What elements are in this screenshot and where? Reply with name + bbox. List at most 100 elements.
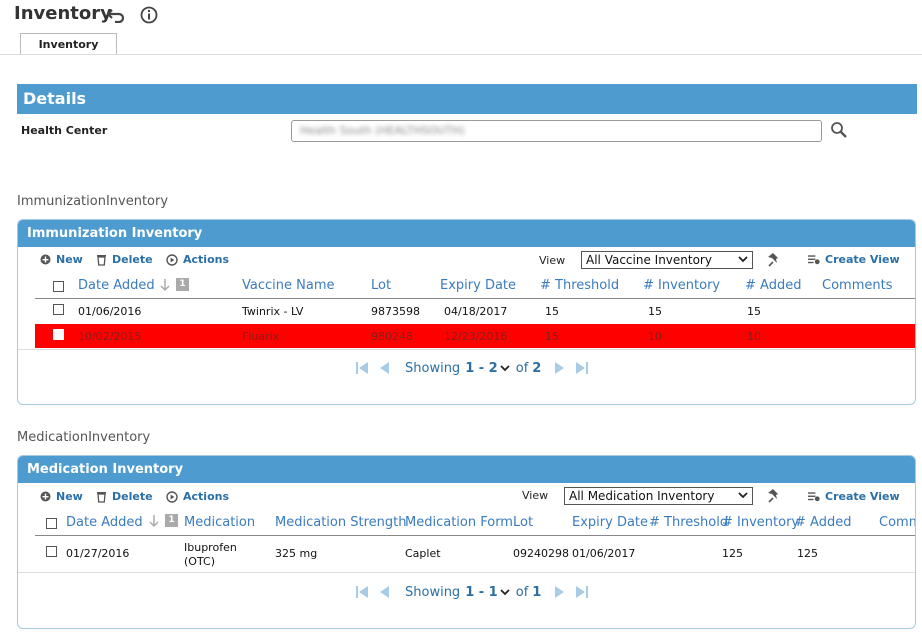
list-add-icon: [808, 254, 820, 266]
pager-total: 2: [532, 360, 542, 376]
col-threshold[interactable]: # Threshold: [649, 515, 728, 530]
col-comments[interactable]: Comments: [822, 278, 892, 293]
pin-icon[interactable]: [767, 252, 783, 268]
view-label: View: [539, 254, 566, 267]
col-lot[interactable]: Lot: [513, 515, 533, 530]
cell-lot: 980248: [371, 330, 413, 343]
pager-total: 1: [532, 584, 542, 600]
undo-arrow-icon[interactable]: [106, 5, 126, 25]
cell-expiry: 01/06/2017: [572, 547, 636, 560]
create-view-button[interactable]: Create View: [808, 490, 900, 503]
medication-section-label: MedicationInventory: [17, 430, 151, 445]
tab-inventory[interactable]: Inventory: [20, 33, 117, 55]
sort-order-badge: 1: [165, 514, 178, 527]
cell-vaccine-name: Fluarix: [242, 330, 280, 343]
plus-circle-icon: [39, 254, 51, 266]
first-page-icon[interactable]: [353, 583, 371, 601]
select-all-checkbox[interactable]: [46, 518, 57, 529]
health-center-label: Health Center: [21, 124, 108, 137]
delete-button-label: Delete: [112, 490, 153, 503]
cell-expiry: 04/18/2017: [444, 305, 508, 318]
pagination: Showing 1 - 2 of 2: [353, 359, 591, 377]
page-dropdown-chevron-icon[interactable]: [498, 359, 512, 377]
list-add-icon: [808, 491, 820, 503]
view-select-value: All Medication Inventory: [569, 489, 715, 503]
cell-medication-line1: Ibuprofen: [184, 541, 237, 554]
col-medication-form[interactable]: Medication Form: [405, 515, 513, 530]
col-inventory[interactable]: # Inventory: [722, 515, 799, 530]
new-button[interactable]: New: [39, 253, 83, 266]
cell-added: 10: [747, 330, 761, 343]
delete-button[interactable]: Delete: [95, 253, 153, 266]
col-comments[interactable]: Comments: [879, 515, 915, 530]
cell-vaccine-name: Twinrix - LV: [242, 305, 304, 318]
col-lot[interactable]: Lot: [371, 278, 391, 293]
cell-inventory: 10: [648, 330, 662, 343]
plus-circle-icon: [39, 491, 51, 503]
delete-button-label: Delete: [112, 253, 153, 266]
view-select[interactable]: All Vaccine Inventory: [581, 251, 753, 269]
cell-inventory: 15: [648, 305, 662, 318]
cell-added: 15: [747, 305, 761, 318]
col-added[interactable]: # Added: [745, 278, 801, 293]
col-medication-strength[interactable]: Medication Strength: [275, 515, 406, 530]
pager-showing: Showing: [405, 360, 461, 376]
first-page-icon[interactable]: [353, 359, 371, 377]
col-date-added[interactable]: Date Added: [78, 278, 155, 293]
next-page-icon[interactable]: [551, 359, 569, 377]
create-view-label: Create View: [825, 253, 900, 266]
medication-panel-title: Medication Inventory: [18, 456, 915, 483]
sort-arrow-icon: [149, 514, 159, 531]
pager-of: of: [515, 584, 529, 600]
next-page-icon[interactable]: [551, 583, 569, 601]
col-medication[interactable]: Medication: [184, 515, 255, 530]
create-view-button[interactable]: Create View: [808, 253, 900, 266]
actions-button-label: Actions: [183, 253, 229, 266]
select-all-checkbox[interactable]: [53, 281, 64, 292]
cell-inventory: 125: [722, 547, 743, 560]
trash-icon: [95, 254, 107, 266]
info-circle-icon[interactable]: [139, 5, 159, 25]
last-page-icon[interactable]: [573, 359, 591, 377]
col-expiry-date[interactable]: Expiry Date: [572, 515, 648, 530]
last-page-icon[interactable]: [573, 583, 591, 601]
cell-threshold: 15: [545, 305, 559, 318]
row-checkbox[interactable]: [53, 304, 64, 315]
pager-range: 1 - 1: [465, 584, 498, 600]
cell-lot: 9873598: [371, 305, 420, 318]
trash-icon: [95, 491, 107, 503]
actions-button[interactable]: Actions: [166, 490, 229, 503]
header-divider: [35, 535, 915, 536]
new-button[interactable]: New: [39, 490, 83, 503]
row-checkbox[interactable]: [53, 329, 64, 340]
cell-expiry: 12/23/2016: [444, 330, 508, 343]
chevron-down-icon: [738, 256, 748, 263]
delete-button[interactable]: Delete: [95, 490, 153, 503]
col-vaccine-name[interactable]: Vaccine Name: [242, 278, 334, 293]
tab-divider: [0, 54, 922, 55]
col-inventory[interactable]: # Inventory: [643, 278, 720, 293]
pin-icon[interactable]: [767, 488, 783, 504]
col-date-added[interactable]: Date Added: [66, 515, 143, 530]
play-circle-icon: [166, 490, 178, 503]
search-icon[interactable]: [829, 120, 849, 140]
col-added[interactable]: # Added: [795, 515, 851, 530]
health-center-input[interactable]: Health South (HEALTHSOUTH): [291, 120, 822, 142]
row-checkbox[interactable]: [46, 546, 57, 557]
prev-page-icon[interactable]: [375, 359, 393, 377]
medication-panel: Medication Inventory New Delete Actions …: [17, 455, 916, 629]
pagination: Showing 1 - 1 of 1: [353, 583, 591, 601]
cell-form: Caplet: [405, 547, 441, 560]
page-dropdown-chevron-icon[interactable]: [498, 583, 512, 601]
sort-order-badge: 1: [176, 278, 189, 291]
health-center-value: Health South (HEALTHSOUTH): [300, 124, 465, 137]
col-threshold[interactable]: # Threshold: [540, 278, 619, 293]
pager-of: of: [515, 360, 529, 376]
view-select[interactable]: All Medication Inventory: [564, 487, 753, 505]
actions-button[interactable]: Actions: [166, 253, 229, 266]
table-row-highlighted[interactable]: 10/02/2015 Fluarix 980248 12/23/2016 15 …: [35, 324, 915, 348]
prev-page-icon[interactable]: [375, 583, 393, 601]
cell-lot: 09240298: [513, 547, 569, 560]
details-header: Details: [17, 84, 917, 114]
col-expiry-date[interactable]: Expiry Date: [440, 278, 516, 293]
